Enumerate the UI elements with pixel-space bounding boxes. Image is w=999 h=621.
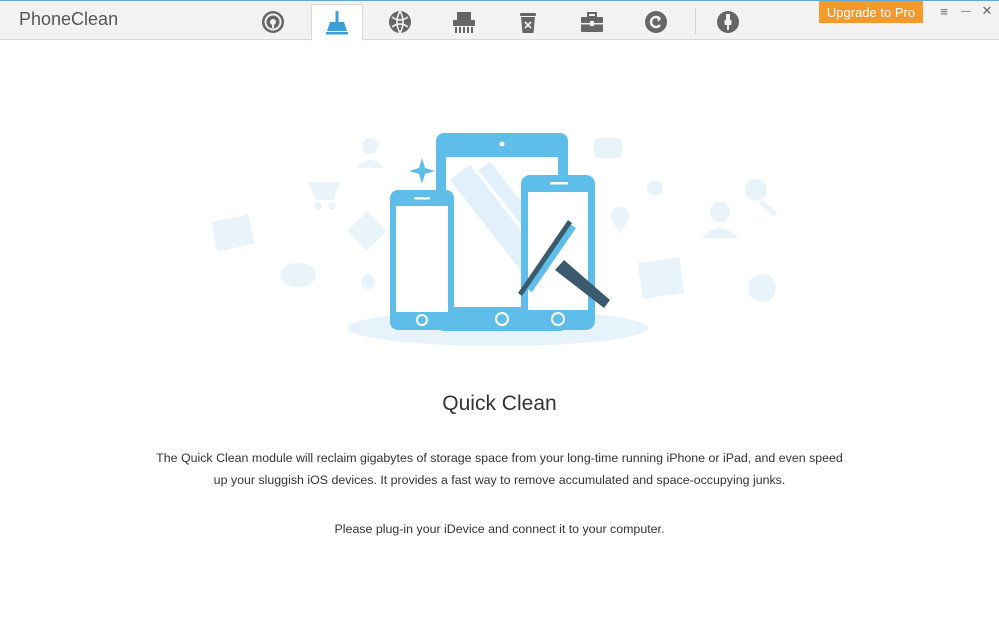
title-bar: PhoneClean Upgrade to Pro ≡ — ✕ [0, 0, 999, 41]
menu-icon[interactable]: ≡ [934, 2, 954, 20]
tab-trash[interactable] [503, 4, 553, 40]
minimize-icon[interactable]: — [956, 2, 976, 20]
close-icon[interactable]: ✕ [977, 2, 997, 20]
tab-internet[interactable] [375, 4, 425, 40]
app-title: PhoneClean [19, 9, 119, 29]
broom-icon [326, 10, 348, 34]
tab-junk[interactable] [439, 4, 489, 40]
module-description: The Quick Clean module will reclaim giga… [156, 451, 843, 487]
shredder-icon [453, 12, 475, 33]
iphone-left-device [390, 190, 454, 330]
toolbox-icon [581, 12, 603, 32]
refresh-icon [645, 11, 667, 33]
tab-quick-clean[interactable] [311, 4, 363, 41]
lightning-cable-icon [717, 11, 739, 33]
globe-icon [389, 10, 411, 34]
tab-device[interactable] [703, 4, 753, 40]
toolbar-divider [695, 8, 696, 34]
trash-icon [520, 13, 536, 33]
connect-device-hint: Please plug-in your iDevice and connect … [334, 522, 665, 536]
upgrade-to-pro-button[interactable]: Upgrade to Pro [819, 1, 923, 23]
gauge-icon [262, 11, 284, 33]
tab-gauge[interactable] [248, 4, 298, 40]
page-title: Quick Clean [442, 392, 557, 415]
tab-toolbox[interactable] [567, 4, 617, 40]
quick-clean-illustration [211, 133, 778, 346]
tab-restore[interactable] [631, 4, 681, 40]
